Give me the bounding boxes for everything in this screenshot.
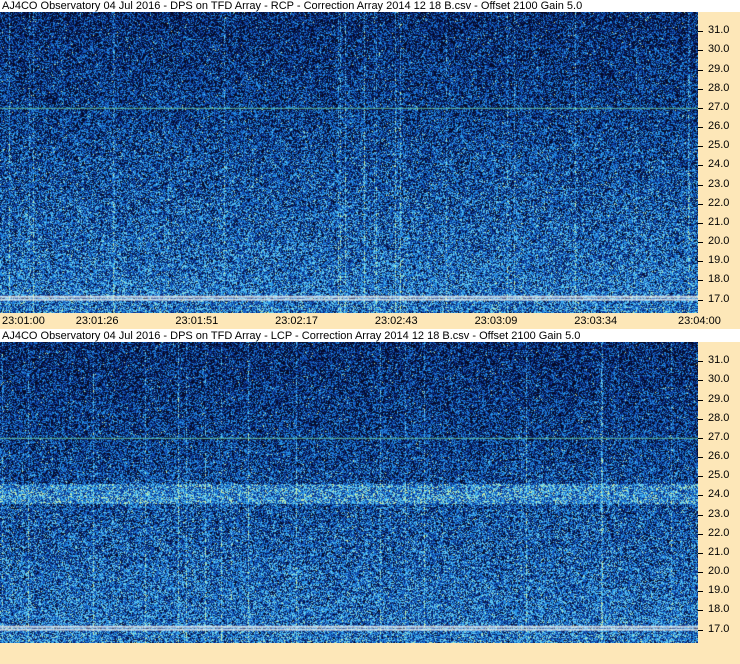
freq-tick-mark (698, 361, 703, 363)
freq-tick-mark (698, 399, 703, 401)
freq-tick-mark (698, 591, 703, 593)
freq-tick-label: 22.0 (708, 526, 730, 539)
freq-tick-label: 27.0 (708, 430, 730, 443)
time-tick-label: 23:01:51 (175, 315, 219, 327)
freq-tick-label: 26.0 (708, 120, 730, 133)
time-tick-label: 23:01:26 (75, 315, 119, 327)
freq-tick-label: 25.0 (708, 469, 730, 482)
time-tick-label: 23:02:17 (275, 315, 318, 327)
lcp-spectrogram-canvas (0, 342, 698, 643)
lcp-panel: AJ4CO Observatory 04 Jul 2016 - DPS on T… (0, 330, 740, 664)
time-tick-label: 23:01:00 (2, 315, 45, 327)
freq-tick-mark (698, 88, 703, 90)
freq-tick-label: 24.0 (708, 158, 730, 171)
time-tick-label: 23:04:00 (678, 315, 721, 327)
freq-tick-label: 18.0 (708, 273, 730, 286)
freq-tick-label: 17.0 (708, 622, 730, 635)
freq-tick-mark (698, 127, 703, 129)
freq-tick-label: 17.0 (708, 292, 730, 305)
freq-tick-mark (698, 222, 703, 224)
rcp-panel-title: AJ4CO Observatory 04 Jul 2016 - DPS on T… (0, 0, 740, 12)
freq-tick-mark (698, 31, 703, 33)
lcp-bottom-strip (0, 643, 740, 664)
freq-tick-mark (698, 299, 703, 301)
lcp-spectrogram[interactable] (0, 342, 698, 643)
time-tick-label: 23:02:43 (374, 315, 418, 327)
freq-tick-label: 23.0 (708, 177, 730, 190)
freq-tick-mark (698, 165, 703, 167)
rcp-spectrogram[interactable] (0, 12, 698, 313)
rcp-time-axis: 23:01:00 23:01:26 23:01:51 23:02:17 23:02:43… (0, 313, 740, 329)
freq-tick-mark (698, 437, 703, 439)
freq-tick-mark (698, 533, 703, 535)
freq-tick-mark (698, 610, 703, 612)
freq-tick-mark (698, 107, 703, 109)
freq-tick-label: 25.0 (708, 139, 730, 152)
rcp-panel: AJ4CO Observatory 04 Jul 2016 - DPS on T… (0, 0, 740, 329)
freq-tick-mark (698, 69, 703, 71)
lcp-frequency-axis: 31.0 30.0 29.0 28.0 27.0 26.0 25.0 24.0 23.0 22.0… (698, 342, 740, 643)
freq-tick-label: 24.0 (708, 488, 730, 501)
freq-tick-label: 30.0 (708, 373, 730, 386)
freq-tick-label: 31.0 (708, 354, 730, 367)
freq-tick-mark (698, 514, 703, 516)
freq-tick-label: 29.0 (708, 62, 730, 75)
freq-tick-mark (698, 146, 703, 148)
freq-tick-mark (698, 242, 703, 244)
freq-tick-mark (698, 476, 703, 478)
lcp-panel-title: AJ4CO Observatory 04 Jul 2016 - DPS on T… (0, 330, 740, 342)
freq-tick-label: 26.0 (708, 450, 730, 463)
freq-tick-mark (698, 280, 703, 282)
freq-tick-label: 19.0 (708, 584, 730, 597)
freq-tick-mark (698, 261, 703, 263)
time-tick-label: 23:03:34 (574, 315, 618, 327)
freq-tick-label: 19.0 (708, 254, 730, 267)
freq-tick-label: 23.0 (708, 507, 730, 520)
freq-tick-mark (698, 629, 703, 631)
freq-tick-label: 29.0 (708, 392, 730, 405)
rcp-frequency-axis: 31.0 30.0 29.0 28.0 27.0 26.0 25.0 24.0 23.0 22.0… (698, 12, 740, 313)
freq-tick-label: 31.0 (708, 24, 730, 37)
freq-tick-label: 21.0 (708, 215, 730, 228)
freq-tick-mark (698, 495, 703, 497)
freq-tick-label: 20.0 (708, 235, 730, 248)
freq-tick-mark (698, 380, 703, 382)
freq-tick-mark (698, 203, 703, 205)
freq-tick-label: 22.0 (708, 196, 730, 209)
freq-tick-mark (698, 457, 703, 459)
freq-tick-mark (698, 184, 703, 186)
freq-tick-label: 28.0 (708, 411, 730, 424)
freq-tick-label: 21.0 (708, 545, 730, 558)
freq-tick-mark (698, 418, 703, 420)
time-tick-label: 23:03:09 (474, 315, 518, 327)
freq-tick-label: 18.0 (708, 603, 730, 616)
freq-tick-label: 20.0 (708, 565, 730, 578)
freq-tick-label: 30.0 (708, 43, 730, 56)
freq-tick-label: 28.0 (708, 81, 730, 94)
freq-tick-mark (698, 50, 703, 52)
freq-tick-mark (698, 552, 703, 554)
freq-tick-mark (698, 572, 703, 574)
rcp-spectrogram-canvas (0, 12, 698, 313)
freq-tick-label: 27.0 (708, 100, 730, 113)
